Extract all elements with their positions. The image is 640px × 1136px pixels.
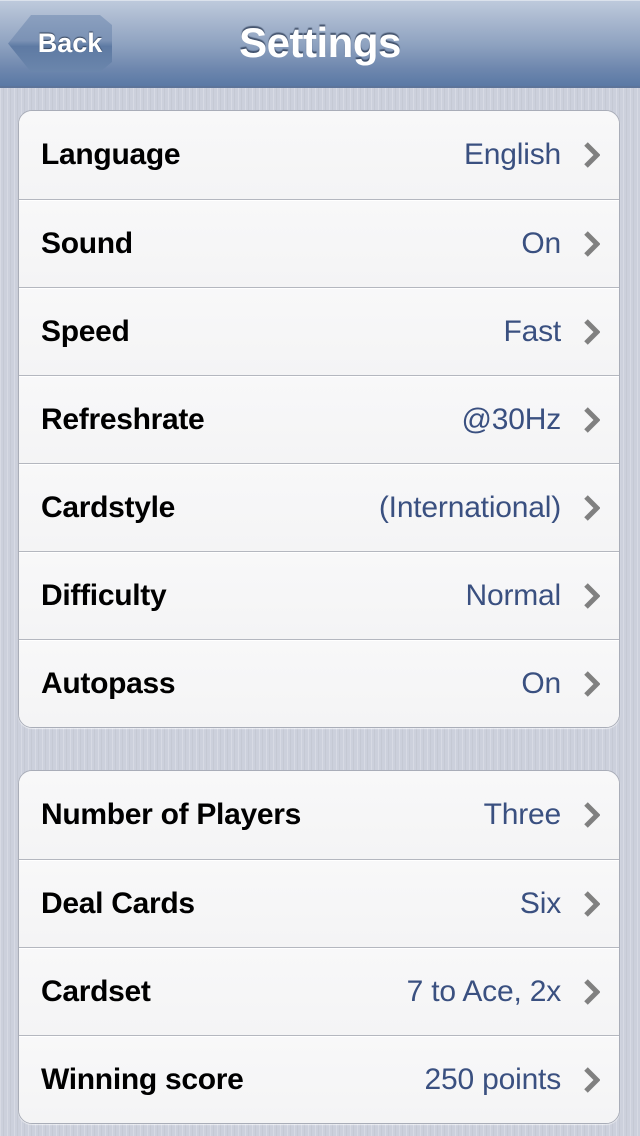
settings-group-general: LanguageEnglishSoundOnSpeedFastRefreshra… [18,110,620,728]
chevron-right-icon [584,142,600,168]
row-value: Fast [503,288,561,376]
row-value: Six [520,860,561,948]
row-value: English [464,111,561,199]
row-label: Sound [41,200,133,288]
row-label: Refreshrate [41,376,204,464]
chevron-right-icon [584,1067,600,1093]
chevron-right-icon [584,231,600,257]
row-label: Difficulty [41,552,166,640]
general-rows: LanguageEnglishSoundOnSpeedFastRefreshra… [19,111,619,727]
row-label: Cardset [41,948,151,1036]
row-value: Three [484,771,561,859]
row-value: (International) [379,464,561,552]
settings-row-number-of-players[interactable]: Number of Players Three [19,771,619,859]
row-label: Speed [41,288,130,376]
navigation-bar: Back Settings [0,0,640,88]
settings-screen: Back Settings LanguageEnglishSoundOnSpee… [0,0,640,1136]
settings-row-refreshrate[interactable]: Refreshrate @30Hz [19,375,619,463]
row-value: On [521,640,561,728]
row-value: 250 points [425,1036,561,1124]
chevron-right-icon [584,802,600,828]
settings-row-difficulty[interactable]: Difficulty Normal [19,551,619,639]
row-label: Cardstyle [41,464,175,552]
row-label: Winning score [41,1036,244,1124]
row-value: 7 to Ace, 2x [407,948,561,1036]
chevron-right-icon [584,979,600,1005]
settings-row-speed[interactable]: Speed Fast [19,287,619,375]
settings-row-deal-cards[interactable]: Deal Cards Six [19,859,619,947]
settings-row-winning-score[interactable]: Winning score 250 points [19,1035,619,1123]
row-label: Language [41,111,180,199]
game-rows: Number of PlayersThreeDeal CardsSixCards… [19,771,619,1123]
settings-row-cardstyle[interactable]: Cardstyle (International) [19,463,619,551]
chevron-right-icon [584,583,600,609]
page-title: Settings [0,0,640,88]
chevron-right-icon [584,407,600,433]
settings-row-autopass[interactable]: Autopass On [19,639,619,727]
chevron-right-icon [584,319,600,345]
chevron-right-icon [584,495,600,521]
chevron-right-icon [584,891,600,917]
row-value: @30Hz [462,376,562,464]
settings-row-language[interactable]: Language English [19,111,619,199]
row-value: Normal [466,552,561,640]
settings-row-cardset[interactable]: Cardset 7 to Ace, 2x [19,947,619,1035]
row-label: Autopass [41,640,175,728]
chevron-right-icon [584,671,600,697]
row-label: Number of Players [41,771,301,859]
settings-group-game: Number of PlayersThreeDeal CardsSixCards… [18,770,620,1124]
row-label: Deal Cards [41,860,195,948]
settings-row-sound[interactable]: Sound On [19,199,619,287]
row-value: On [521,200,561,288]
